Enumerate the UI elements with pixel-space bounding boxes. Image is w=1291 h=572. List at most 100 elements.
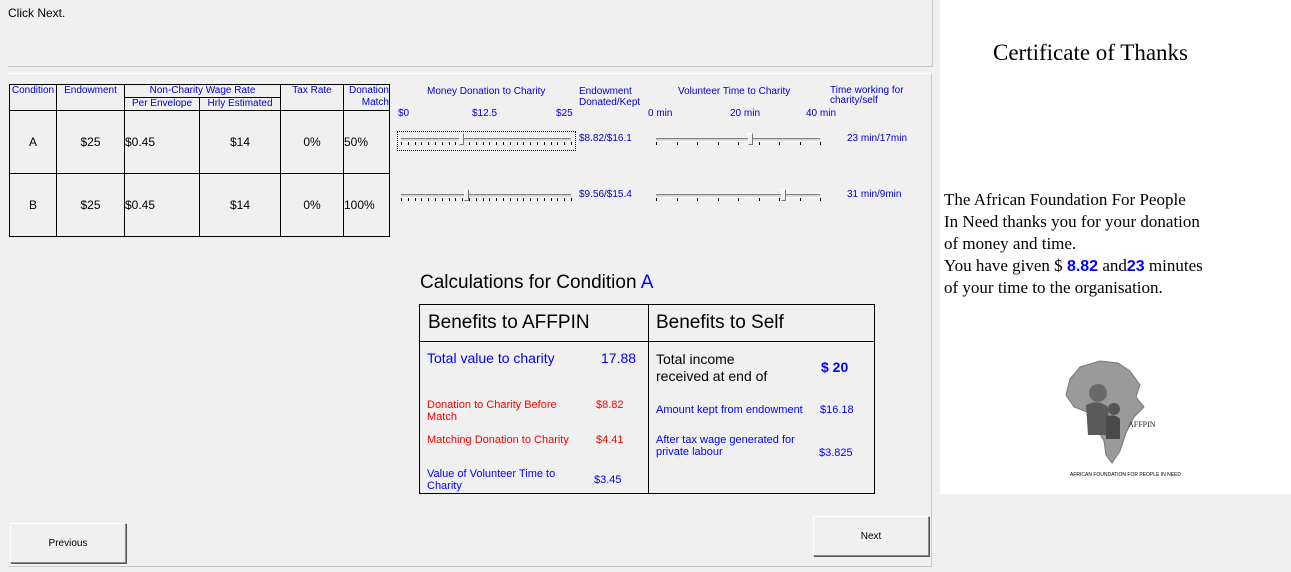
tick-mark [503,198,504,201]
endowment-donated-value: $8.82/$16.1 [579,133,632,144]
tick-mark [509,142,511,145]
money-slider-thumb[interactable] [458,133,464,145]
tick-mark [414,198,416,201]
volunteer-slider-ticks [656,198,821,202]
money-slider-ticks [401,142,572,146]
tick-mark [537,142,538,145]
amount-kept-value: $16.18 [820,404,854,416]
tick-mark [537,198,538,201]
tick-mark [475,142,477,145]
aftertax-label: After tax wage generated for private lab… [656,434,795,458]
tick-mark [738,198,739,201]
tick-mark [571,142,572,145]
tick-mark [738,142,739,145]
tick-mark [530,142,532,145]
total-value-label: Total value to charity [427,350,555,366]
tick-mark [550,142,552,145]
tick-mark [496,198,498,201]
tick-mark [401,198,402,201]
given-money: 8.82 [1066,258,1099,275]
certificate-line-2: In Need thanks you for your donation [944,212,1200,231]
tick-mark [482,142,484,145]
time-working-value: 23 min/17min [847,133,908,144]
child-figure-icon [1108,403,1120,415]
slider-layer: $8.82/$16.1 23 min/17min $9.56/$15.4 31 min… [0,0,940,260]
donation-before-label: Donation to Charity Before Match [427,399,557,423]
tick-mark [523,198,525,201]
tick-mark [469,142,470,145]
certificate-line-4: You have given $ 8.82 and23 minutes [944,256,1291,276]
tick-mark [448,142,450,145]
tick-mark [428,198,430,201]
tick-mark [421,142,423,145]
time-working-value: 31 min/9min [847,189,902,200]
calc-divider [648,304,649,494]
tick-mark [414,142,416,145]
tick-mark [489,198,491,201]
tick-mark [799,198,801,201]
tick-mark [509,198,511,201]
tick-mark [435,142,436,145]
tick-mark [516,198,518,201]
tick-mark [758,142,760,145]
tick-mark [475,198,477,201]
tick-mark [717,198,719,201]
tick-mark [543,142,545,145]
certificate-footer [940,494,1291,572]
volunteer-slider-thumb[interactable] [781,189,787,201]
tick-mark [758,198,760,201]
tick-mark [523,142,525,145]
tick-mark [697,198,698,201]
tick-mark [676,142,678,145]
tick-mark [656,142,657,145]
tick-mark [779,198,780,201]
volunteer-value-label: Value of Volunteer Time to Charity [427,468,556,492]
logo-mark: AFFPIN [1128,420,1155,429]
tick-mark [557,142,559,145]
given-suffix: minutes [1148,256,1203,275]
tick-mark [489,142,491,145]
endowment-donated-value: $9.56/$15.4 [579,189,632,200]
tick-mark [820,142,821,145]
tick-mark [482,198,484,201]
tick-mark [435,198,436,201]
tick-mark [496,142,498,145]
previous-button[interactable]: Previous [10,523,126,563]
calc-condition: A [640,272,654,293]
tick-mark [441,142,443,145]
total-value: 17.88 [601,350,637,366]
tick-mark [550,198,552,201]
volunteer-slider-thumb[interactable] [748,133,754,145]
tick-mark [407,198,409,201]
calc-title-text: Calculations for Condition [420,272,637,293]
money-slider-ticks [401,198,572,202]
given-minutes: 23 [1126,258,1145,275]
tick-mark [455,198,457,201]
next-button[interactable]: Next [813,516,929,556]
tick-mark [557,198,559,201]
affpin-logo: AFFPIN [1065,360,1155,464]
total-income-value: $ 20 [821,359,849,375]
volunteer-slider-ticks [656,142,821,146]
tick-mark [407,142,409,145]
given-and: and [1102,256,1127,275]
tick-mark [564,142,566,145]
tick-mark [401,142,402,145]
certificate-line-3: of money and time. [944,234,1077,253]
tick-mark [779,142,780,145]
money-slider-thumb[interactable] [464,189,469,201]
tick-mark [516,142,518,145]
tick-mark [676,198,678,201]
matching-label: Matching Donation to Charity [427,434,569,446]
amount-kept-label: Amount kept from endowment [656,404,803,416]
given-prefix: You have given $ [944,256,1063,275]
tick-mark [441,198,443,201]
tick-mark [469,198,470,201]
total-income-label: Total income received at end of [656,351,768,384]
adult-figure-icon [1089,384,1107,402]
calc-title: Calculations for Condition A [420,272,653,294]
tick-mark [820,198,821,201]
tick-mark [530,198,532,201]
tick-mark [428,142,430,145]
logo-caption: AFRICAN FOUNDATION FOR PEOPLE IN NEED [1070,472,1182,478]
